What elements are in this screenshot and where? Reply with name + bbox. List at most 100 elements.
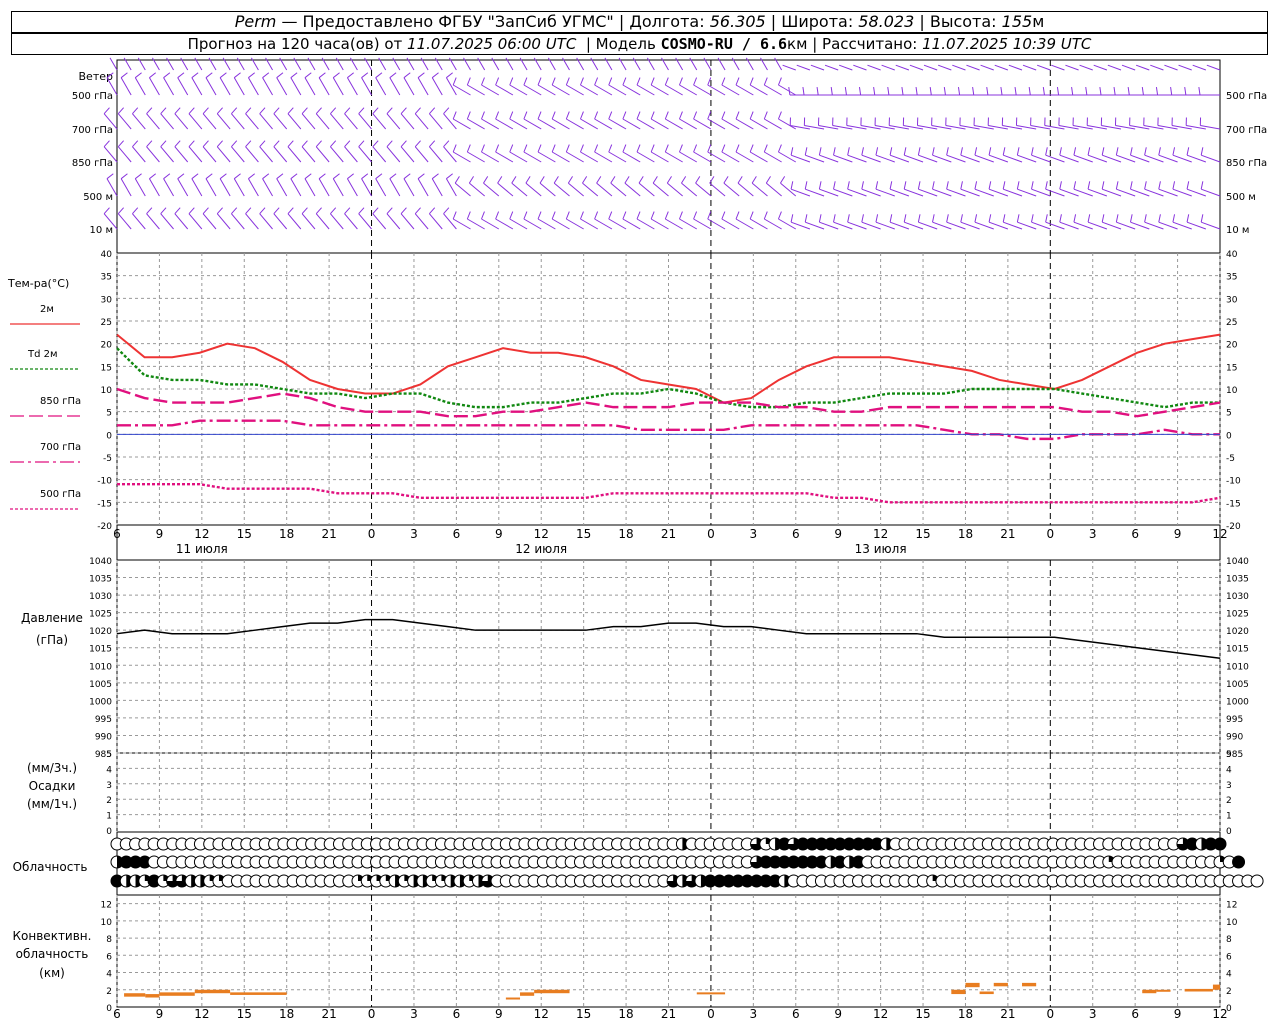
pres-ytick-right: 1005 — [1226, 680, 1249, 690]
wind-barb-flag — [248, 72, 256, 79]
wind-barb-shaft — [495, 118, 514, 130]
wind-barb-top — [796, 64, 811, 71]
wind-barb — [400, 207, 415, 230]
wind-barb-flag — [344, 107, 351, 115]
wind-barb — [431, 72, 443, 96]
wind-barb-flag — [735, 211, 740, 220]
wind-barb-shaft — [749, 118, 768, 130]
wind-barb-flag — [525, 176, 531, 184]
wind-barb-flag — [664, 211, 669, 220]
wind-barb-flag — [594, 77, 599, 86]
wind-barb — [287, 207, 302, 230]
temp-ytick-right: -10 — [1226, 477, 1241, 487]
wind-barb-shaft — [568, 182, 584, 197]
wind-barb-shaft — [481, 218, 500, 230]
wind-barb-flag — [636, 111, 641, 120]
wind-barb — [511, 176, 528, 197]
wind-barb-shaft — [386, 146, 401, 163]
wind-barb — [372, 207, 387, 230]
wind-barb — [1045, 147, 1065, 163]
wind-barb-flag — [1056, 87, 1060, 96]
wind-barb — [721, 144, 740, 163]
wind-barb-shaft — [666, 182, 683, 197]
wind-barb-top — [909, 64, 924, 71]
wind-barb-flag — [946, 181, 949, 190]
wind-barb-flag — [678, 111, 683, 120]
prec-ytick-left: 0 — [106, 827, 112, 837]
wind-barb-flag — [146, 140, 153, 148]
wind-barb — [735, 77, 754, 96]
wind-barb — [160, 140, 174, 163]
wind-barb-shaft — [551, 84, 570, 96]
wind-barb — [565, 144, 584, 163]
wind-barb-shaft — [749, 151, 768, 163]
wind-barb — [117, 107, 132, 130]
wind-barb — [988, 181, 1009, 197]
prec-ytick-right: 2 — [1226, 796, 1232, 806]
wind-barb-top — [1135, 64, 1150, 71]
conv-xtick: 12 — [534, 1007, 549, 1021]
temp-ytick-left: 15 — [101, 363, 112, 373]
wind-barb-shaft — [202, 213, 217, 230]
wind-barb-flag — [481, 211, 485, 220]
wind-barb-flag — [446, 173, 453, 180]
wind-barb — [1172, 181, 1192, 197]
wind-barb — [833, 147, 853, 163]
prec-ytick-left: 1 — [106, 812, 112, 822]
wind-barb-shaft — [332, 178, 344, 197]
wind-barb-flag — [1059, 214, 1062, 223]
wind-barb — [735, 211, 754, 230]
wind-barb — [664, 211, 683, 230]
conv-ytick-left: 6 — [106, 952, 112, 962]
temp-ytick-left: 5 — [106, 409, 112, 419]
wind-barb — [414, 140, 429, 163]
wind-barb — [636, 211, 655, 230]
wind-barb — [1073, 214, 1093, 230]
wind-barb-flag — [777, 211, 782, 220]
wind-barb — [735, 144, 754, 163]
wind-barb-shaft — [566, 218, 584, 230]
convective-cloud-bar — [1022, 982, 1037, 987]
wind-barb — [216, 207, 231, 230]
wind-barb-shaft — [318, 77, 330, 96]
wind-barb — [832, 117, 853, 130]
wind-barb-shaft — [650, 151, 669, 163]
conv-ytick-right: 4 — [1226, 970, 1232, 980]
wind-barb-shaft — [188, 213, 203, 230]
wind-barb-flag — [749, 144, 754, 153]
wind-barb-flag — [650, 211, 655, 220]
wind-barb-shaft — [290, 77, 302, 96]
wind-barb — [315, 107, 330, 130]
wind-barb-shaft — [276, 77, 288, 96]
wind-barb — [276, 72, 288, 96]
prec-ytick-right: 5 — [1226, 750, 1232, 760]
wind-barb-flag — [960, 181, 963, 190]
wind-barb-flag — [273, 107, 280, 115]
wind-barb-shaft — [608, 218, 627, 230]
wind-barb-flag — [1184, 87, 1187, 96]
wind-barb — [1002, 214, 1023, 230]
wind-barb — [1016, 214, 1037, 230]
wind-barb-flag — [443, 207, 450, 215]
cloud-circle — [1250, 874, 1264, 888]
wind-barb-shaft — [765, 182, 782, 197]
wind-barb — [1016, 147, 1037, 163]
wind-barb — [551, 144, 570, 163]
wind-barb-flag — [452, 111, 457, 120]
convective-cloud-bar — [230, 992, 287, 995]
wind-barb — [889, 214, 910, 230]
temp-xtick: 12 — [534, 527, 549, 541]
wind-barb-top — [109, 57, 118, 71]
wind-barb — [790, 147, 811, 163]
wind-barb-shaft — [707, 151, 726, 163]
wind-barb-flag — [431, 72, 439, 79]
wind-barb-flag — [875, 181, 879, 190]
temp-xtick: 0 — [368, 527, 376, 541]
wind-barb-shaft — [608, 118, 627, 130]
cloud-fill — [1214, 838, 1226, 850]
wind-barb-flag — [861, 147, 864, 156]
wind-barb-shaft — [737, 182, 754, 197]
wind-barb — [400, 107, 415, 130]
wind-barb — [751, 176, 768, 197]
wind-barb-flag — [1101, 181, 1105, 190]
